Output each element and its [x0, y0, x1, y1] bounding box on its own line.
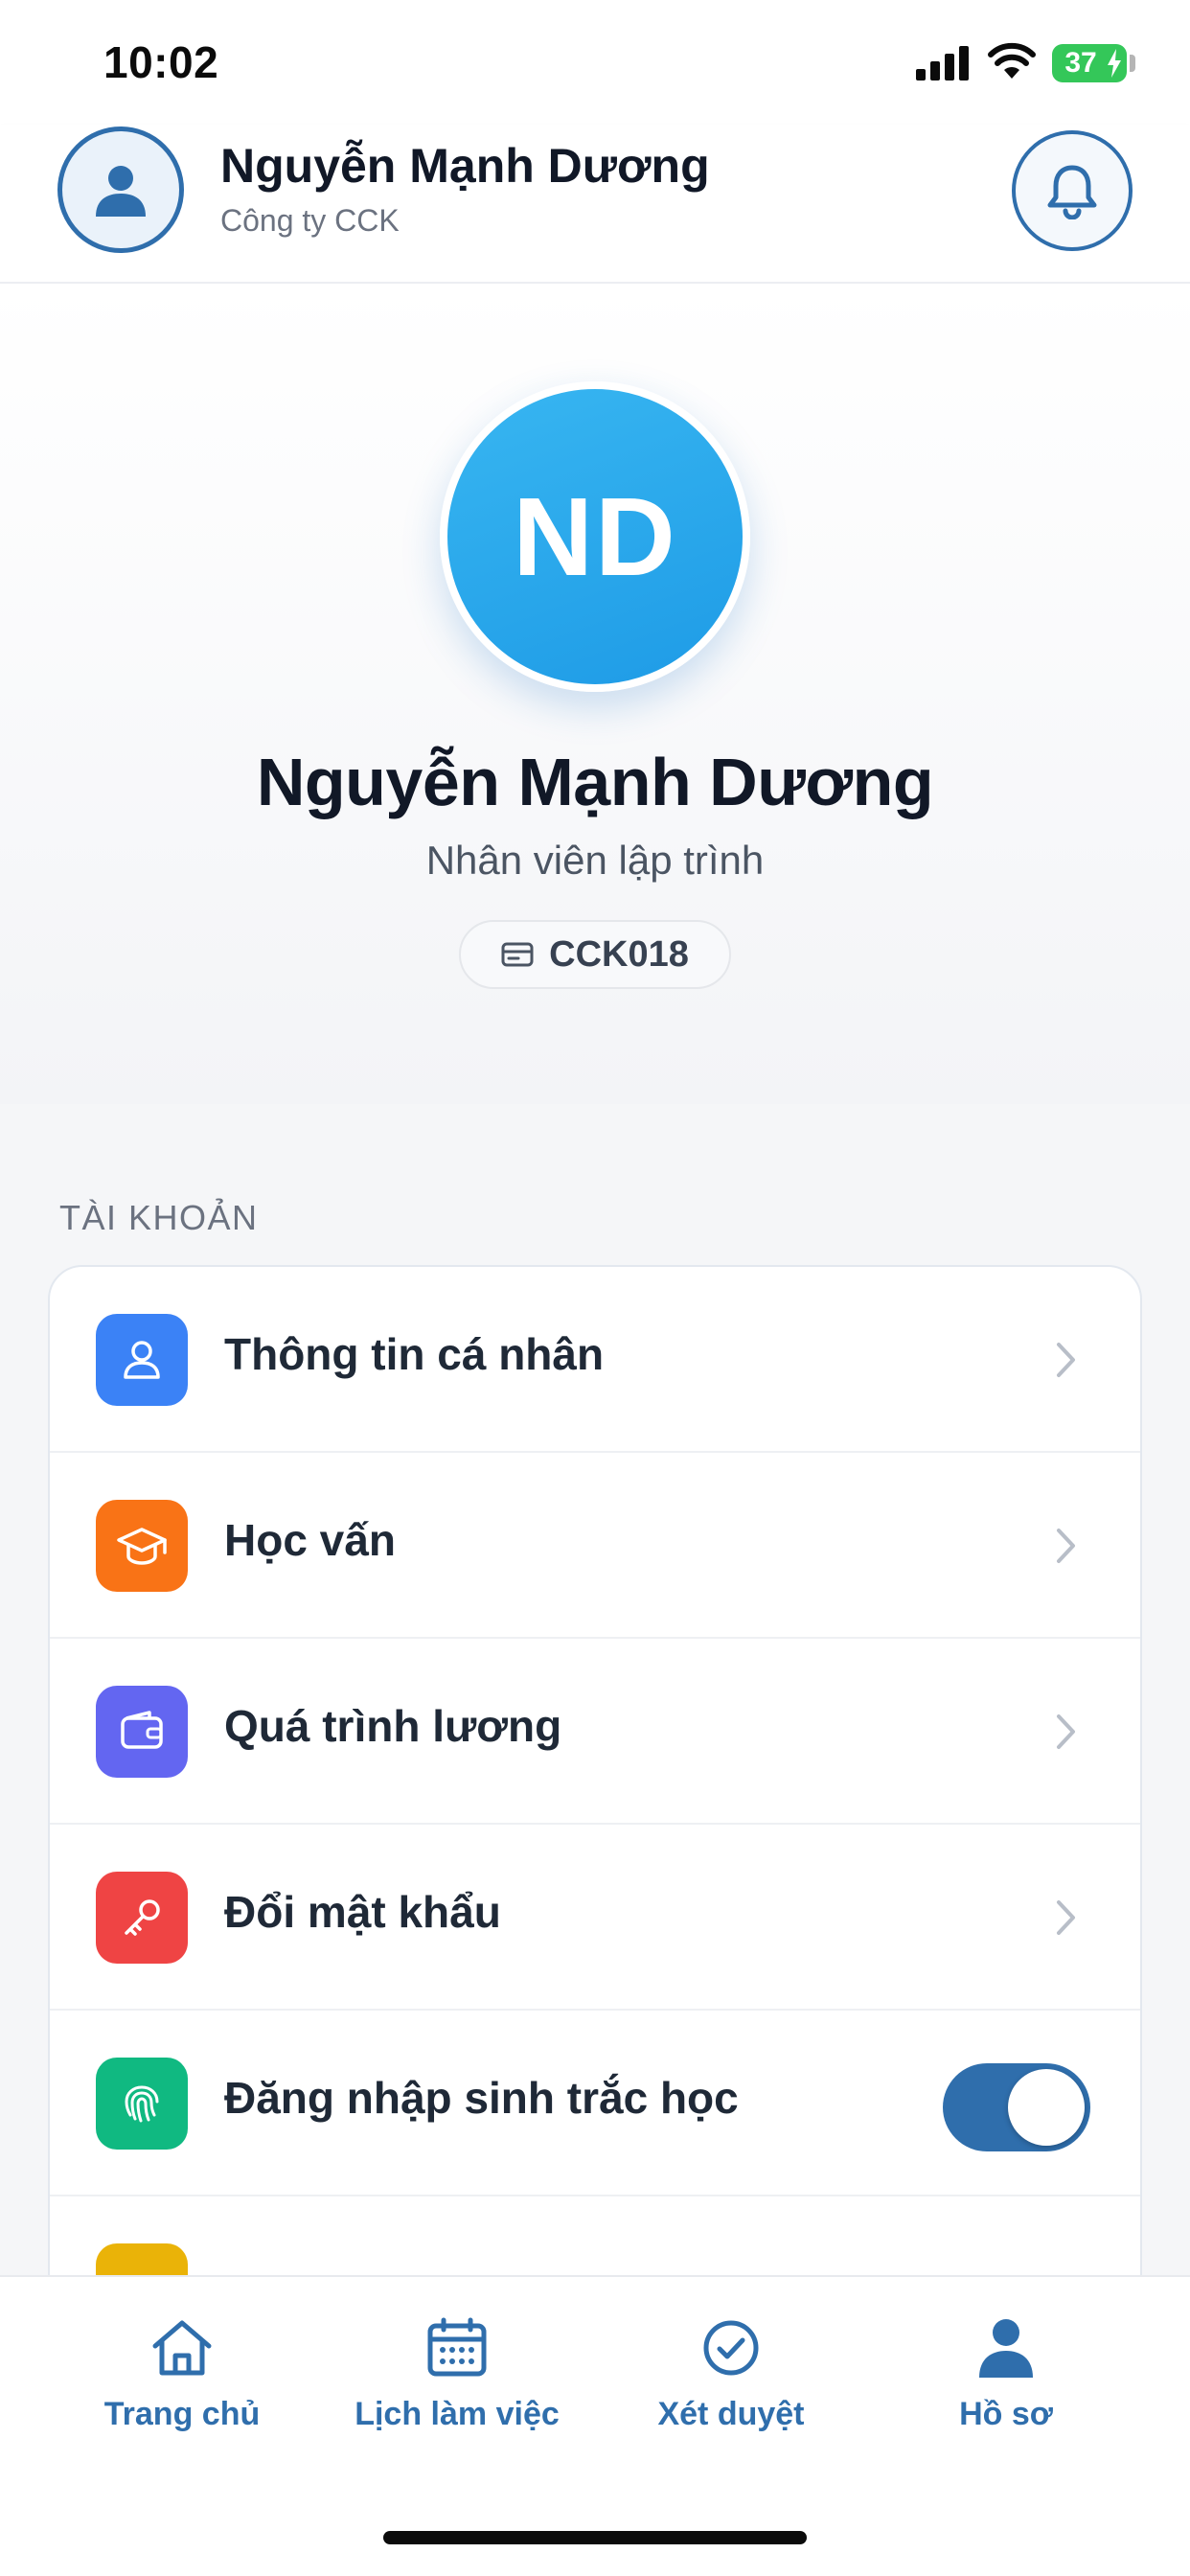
notifications-button[interactable] — [1012, 130, 1133, 251]
menu-item-personal-info[interactable]: Thông tin cá nhân — [50, 1267, 1140, 1453]
account-menu-card: Thông tin cá nhân Học vấn Quá trình lươn… — [48, 1265, 1142, 2319]
wifi-icon — [988, 42, 1036, 79]
avatar-initials: ND — [513, 474, 677, 599]
battery-level: 37 — [1064, 47, 1097, 79]
chevron-right-icon — [1057, 1343, 1075, 1377]
menu-item-label: Học vấn — [224, 1515, 396, 1565]
menu-item-label: Đổi mật khẩu — [224, 1887, 501, 1937]
profile-name: Nguyễn Mạnh Dương — [256, 745, 934, 819]
nav-item-home[interactable]: Trang chủ — [43, 2315, 321, 2459]
calendar-icon — [424, 2315, 490, 2380]
key-icon — [96, 1872, 188, 1964]
id-card-icon — [501, 942, 534, 967]
profile-role: Nhân viên lập trình — [425, 838, 765, 883]
user-icon — [96, 1314, 188, 1406]
nav-item-profile[interactable]: Hồ sơ — [867, 2315, 1145, 2459]
nav-label: Trang chủ — [103, 2396, 261, 2432]
nav-label: Lịch làm việc — [355, 2396, 560, 2432]
toggle-knob — [1008, 2069, 1085, 2146]
account-section-title: TÀI KHOẢN — [59, 1198, 259, 1237]
menu-item-education[interactable]: Học vấn — [50, 1453, 1140, 1639]
bell-icon — [1047, 165, 1097, 219]
employee-id-badge: CCK018 — [459, 920, 731, 989]
wallet-icon — [96, 1686, 188, 1778]
profile-avatar[interactable]: ND — [440, 381, 750, 692]
signal-icon — [916, 46, 969, 80]
menu-item-label: Quá trình lương — [224, 1701, 562, 1751]
fingerprint-icon — [96, 2058, 188, 2150]
nav-label: Hồ sơ — [959, 2396, 1053, 2432]
chevron-right-icon — [1057, 1900, 1075, 1935]
home-icon — [149, 2315, 215, 2380]
app-header: Nguyễn Mạnh Dương Công ty CCK — [0, 125, 1190, 284]
nav-item-schedule[interactable]: Lịch làm việc — [318, 2315, 596, 2459]
status-time: 10:02 — [103, 37, 219, 87]
chevron-right-icon — [1057, 1529, 1075, 1563]
nav-item-approvals[interactable]: Xét duyệt — [592, 2315, 870, 2459]
home-indicator[interactable] — [383, 2531, 807, 2544]
menu-item-biometric-login: Đăng nhập sinh trắc học — [50, 2011, 1140, 2196]
menu-item-salary-history[interactable]: Quá trình lương — [50, 1639, 1140, 1825]
charging-bolt-icon — [1108, 49, 1121, 78]
menu-item-label: Đăng nhập sinh trắc học — [224, 2073, 739, 2123]
profile-screen: 10:02 37 Nguyễn Mạnh Dương Công ty CCK N… — [0, 0, 1190, 2576]
graduation-cap-icon — [96, 1500, 188, 1592]
header-user-name: Nguyễn Mạnh Dương — [220, 139, 710, 193]
profile-icon — [973, 2315, 1039, 2380]
header-company: Công ty CCK — [220, 203, 400, 238]
user-avatar-icon — [96, 166, 146, 217]
nav-label: Xét duyệt — [657, 2396, 805, 2432]
profile-hero: ND Nguyễn Mạnh Dương Nhân viên lập trình… — [0, 284, 1190, 1104]
biometric-toggle[interactable] — [943, 2063, 1090, 2151]
check-circle-icon — [698, 2315, 764, 2380]
battery-cap — [1130, 55, 1135, 72]
status-bar: 10:02 37 — [0, 0, 1190, 125]
battery-indicator: 37 — [1052, 44, 1127, 82]
header-avatar[interactable] — [57, 126, 184, 253]
menu-item-change-password[interactable]: Đổi mật khẩu — [50, 1825, 1140, 2011]
chevron-right-icon — [1057, 1714, 1075, 1749]
menu-item-label: Thông tin cá nhân — [224, 1329, 605, 1379]
employee-id: CCK018 — [549, 933, 689, 975]
